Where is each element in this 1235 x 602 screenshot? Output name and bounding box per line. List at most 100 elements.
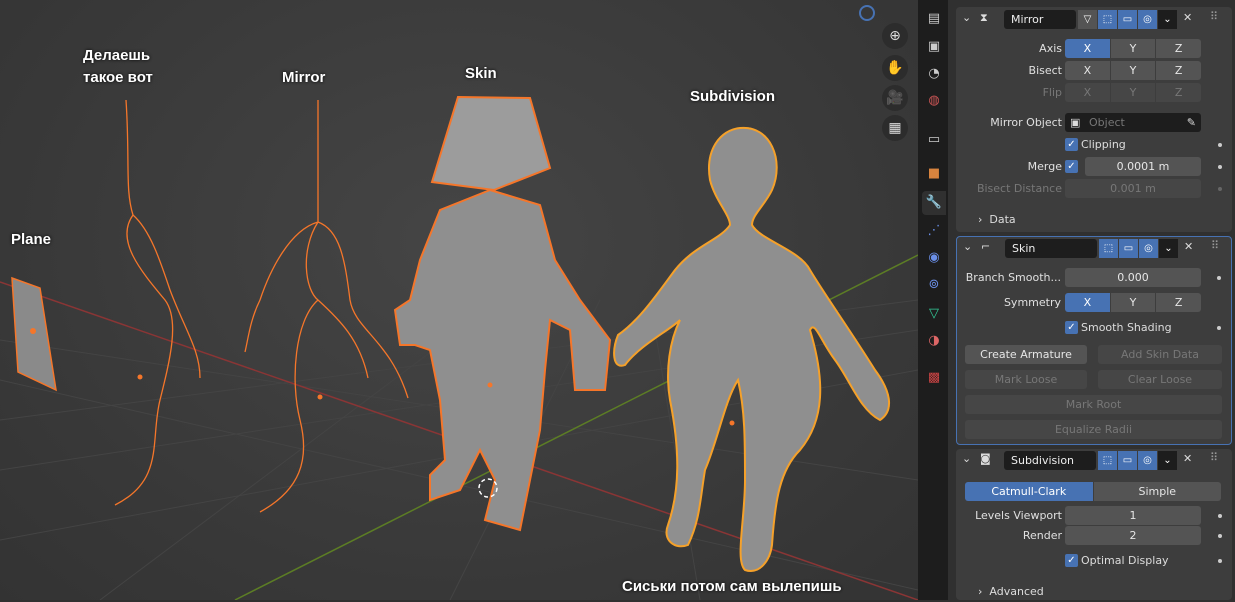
clipping-label: Clipping: [1081, 138, 1126, 151]
bisect-y[interactable]: Y: [1110, 61, 1157, 80]
levels-viewport-field[interactable]: 1: [1065, 506, 1201, 525]
clear-loose-button[interactable]: Clear Loose: [1098, 370, 1222, 389]
modifier-name-field[interactable]: Skin: [1005, 239, 1097, 258]
curve-object: [114, 99, 174, 506]
output-tab-icon[interactable]: ◔: [922, 62, 946, 86]
close-icon[interactable]: ✕: [1183, 11, 1192, 24]
mirror-object-label: Mirror Object: [990, 116, 1062, 129]
object-tab-icon[interactable]: ■: [922, 162, 946, 186]
symmetry-y[interactable]: Y: [1110, 293, 1157, 312]
mirror-modifier-panel: ⌄ ⧗ Mirror ▽ ⬚ ▭ ◎ ⌄ ✕ ⠿ Axis XYZ Bisect…: [956, 7, 1232, 232]
hand-pan-icon[interactable]: ✋: [882, 55, 908, 81]
equalize-radii-button[interactable]: Equalize Radii: [965, 420, 1222, 439]
close-icon[interactable]: ✕: [1183, 452, 1192, 465]
eyedropper-icon[interactable]: ✎: [1187, 113, 1196, 132]
tool-tab-icon[interactable]: ▤: [922, 7, 946, 31]
advanced-subpanel[interactable]: › Advanced: [978, 582, 1044, 602]
3d-viewport[interactable]: Plane Делаешь такое вот Mirror Skin Subd…: [0, 0, 918, 600]
render-camera-icon[interactable]: ◎: [1138, 451, 1157, 470]
properties-tabs: ▤ ▣ ◔ ◍ ▭ ■ 🔧 ⋰ ◉ ⊚ ▽ ◑ ▩: [918, 0, 948, 600]
render-tab-icon[interactable]: ▣: [922, 35, 946, 59]
axis-x[interactable]: X: [1065, 39, 1111, 58]
camera-icon[interactable]: 🎥: [882, 85, 908, 111]
collection-tab-icon[interactable]: ▭: [922, 128, 946, 152]
subdivision-modifier-panel: ⌄ ◙ Subdivision ⬚ ▭ ◎ ⌄ ✕ ⠿ Catmull-Clar…: [956, 449, 1232, 600]
grid-perspective-icon[interactable]: ▦: [882, 115, 908, 141]
viewport-display-icon[interactable]: ▭: [1119, 239, 1138, 258]
edit-mode-icon[interactable]: ⬚: [1098, 10, 1117, 29]
texture-tab-icon[interactable]: ▩: [922, 366, 946, 390]
edit-mode-icon[interactable]: ⬚: [1098, 451, 1117, 470]
material-tab-icon[interactable]: ◑: [922, 329, 946, 353]
optimal-display-checkbox[interactable]: ✓: [1065, 554, 1078, 567]
add-skin-data-button[interactable]: Add Skin Data: [1098, 345, 1222, 364]
merge-checkbox[interactable]: ✓: [1065, 160, 1078, 173]
modifiers-tab-icon[interactable]: 🔧: [922, 191, 946, 215]
subdivision-type-toggle: Catmull-Clark Simple: [965, 482, 1221, 501]
label-bottom-note: Сиськи потом сам вылепишь: [622, 578, 842, 595]
render-camera-icon[interactable]: ◎: [1138, 10, 1157, 29]
skin-object-head: [430, 95, 552, 192]
drag-handle-icon[interactable]: ⠿: [1210, 451, 1218, 464]
bisect-z[interactable]: Z: [1156, 61, 1201, 80]
simple-option[interactable]: Simple: [1093, 482, 1221, 501]
axis-z[interactable]: Z: [1156, 39, 1201, 58]
dropdown-chevron-icon[interactable]: ⌄: [1159, 239, 1178, 258]
flip-z[interactable]: Z: [1156, 83, 1201, 102]
smooth-shading-checkbox[interactable]: ✓: [1065, 321, 1078, 334]
smooth-shading-label: Smooth Shading: [1081, 321, 1172, 334]
mirror-modifier-icon: ⧗: [980, 11, 988, 24]
subdivision-object: [613, 126, 890, 572]
flip-x[interactable]: X: [1065, 83, 1111, 102]
axis-y[interactable]: Y: [1110, 39, 1157, 58]
dropdown-chevron-icon[interactable]: ⌄: [1158, 10, 1177, 29]
zoom-icon[interactable]: ⊕: [882, 23, 908, 49]
constraints-tab-icon[interactable]: ⊚: [922, 273, 946, 297]
render-levels-field[interactable]: 2: [1065, 526, 1201, 545]
world-tab-icon[interactable]: ◍: [922, 89, 946, 113]
mirror-object: [244, 100, 409, 513]
symmetry-toggle: XYZ: [1065, 293, 1201, 312]
modifier-name-field[interactable]: Subdivision: [1004, 451, 1096, 470]
flip-y[interactable]: Y: [1110, 83, 1157, 102]
drag-handle-icon[interactable]: ⠿: [1211, 239, 1219, 252]
gizmo-dot: [859, 5, 875, 21]
physics-tab-icon[interactable]: ◉: [922, 246, 946, 270]
mark-root-button[interactable]: Mark Root: [965, 395, 1222, 414]
particles-tab-icon[interactable]: ⋰: [922, 219, 946, 243]
edit-mode-icon[interactable]: ⬚: [1099, 239, 1118, 258]
flip-label: Flip: [1042, 86, 1062, 99]
collapse-chevron-icon[interactable]: ⌄: [963, 240, 972, 253]
axis-toggle: XYZ: [1065, 39, 1201, 58]
data-label: Data: [989, 213, 1016, 226]
bisect-distance-field[interactable]: 0.001 m: [1065, 179, 1201, 198]
collapse-chevron-icon[interactable]: ⌄: [962, 452, 971, 465]
data-subpanel[interactable]: › Data: [978, 210, 1016, 230]
object-icon: ▣: [1070, 116, 1081, 129]
dropdown-chevron-icon[interactable]: ⌄: [1158, 451, 1177, 470]
expand-chevron-icon: ›: [978, 585, 983, 598]
viewport-display-icon[interactable]: ▭: [1118, 451, 1137, 470]
symmetry-x[interactable]: X: [1065, 293, 1111, 312]
catmull-clark-option[interactable]: Catmull-Clark: [965, 482, 1094, 501]
render-camera-icon[interactable]: ◎: [1139, 239, 1158, 258]
branch-smoothing-field[interactable]: 0.000: [1065, 268, 1201, 287]
merge-label: Merge: [1027, 160, 1062, 173]
skin-modifier-panel: ⌄ ⌐ Skin ⬚ ▭ ◎ ⌄ ✕ ⠿ Branch Smooth... 0.…: [956, 236, 1232, 445]
edit-cage-icon[interactable]: ▽: [1078, 10, 1097, 29]
create-armature-button[interactable]: Create Armature: [965, 345, 1087, 364]
clipping-checkbox[interactable]: ✓: [1065, 138, 1078, 151]
mirror-object-field[interactable]: ▣ Object ✎: [1065, 113, 1201, 132]
expand-chevron-icon: ›: [978, 213, 983, 226]
bisect-x[interactable]: X: [1065, 61, 1111, 80]
collapse-chevron-icon[interactable]: ⌄: [962, 11, 971, 24]
bisect-toggle: XYZ: [1065, 61, 1201, 80]
modifier-name-field[interactable]: Mirror: [1004, 10, 1076, 29]
data-tab-icon[interactable]: ▽: [922, 302, 946, 326]
viewport-display-icon[interactable]: ▭: [1118, 10, 1137, 29]
merge-distance-field[interactable]: 0.0001 m: [1085, 157, 1201, 176]
close-icon[interactable]: ✕: [1184, 240, 1193, 253]
symmetry-z[interactable]: Z: [1156, 293, 1201, 312]
drag-handle-icon[interactable]: ⠿: [1210, 10, 1218, 23]
mark-loose-button[interactable]: Mark Loose: [965, 370, 1087, 389]
